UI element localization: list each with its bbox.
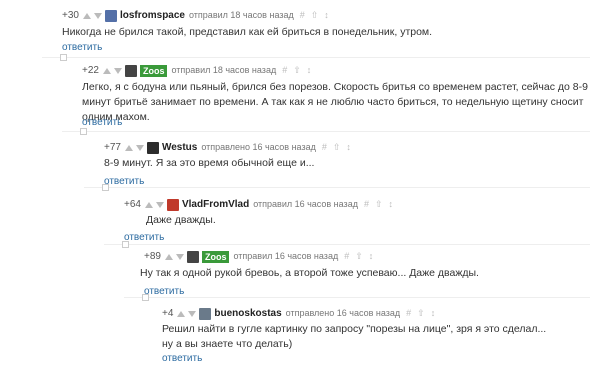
comment-text: 8-9 минут. Я за это время обычной еще и.… bbox=[104, 157, 315, 169]
comment-text: Никогда не брился такой, представил как … bbox=[62, 26, 433, 38]
username-badge[interactable]: Zoos bbox=[201, 250, 230, 263]
divider bbox=[42, 57, 590, 58]
arrow-down-icon[interactable] bbox=[175, 253, 184, 260]
save-icon[interactable]: ⇧ bbox=[375, 198, 383, 211]
arrow-down-icon[interactable] bbox=[188, 310, 197, 317]
link-icon[interactable]: ↕ bbox=[346, 141, 351, 154]
avatar[interactable] bbox=[186, 250, 199, 263]
avatar[interactable] bbox=[146, 141, 159, 154]
rating-value: +89 bbox=[144, 251, 161, 263]
collapse-toggle[interactable] bbox=[60, 54, 67, 61]
comment-header: +30 losfromspace отправил 18 часов назад # ⇧… bbox=[62, 9, 335, 22]
timestamp: отправлено 16 часов назад bbox=[285, 308, 401, 319]
rating-value: +77 bbox=[104, 142, 121, 154]
comment-text-line: ну а вы знаете что делать) bbox=[162, 338, 293, 350]
link-icon[interactable]: ↕ bbox=[389, 198, 394, 211]
comment-header: +4 buenoskostas отправлено 16 часов назад #… bbox=[162, 307, 441, 320]
comment-header: +64 VladFromVlad отправил 16 часов назад # ⇧… bbox=[124, 198, 399, 211]
link-icon[interactable]: ↕ bbox=[307, 64, 312, 77]
collapse-toggle[interactable] bbox=[80, 128, 87, 135]
arrow-up-icon[interactable] bbox=[82, 12, 91, 19]
arrow-up-icon[interactable] bbox=[144, 201, 153, 208]
divider bbox=[62, 131, 590, 132]
hash-icon[interactable]: # bbox=[282, 64, 287, 77]
divider bbox=[124, 297, 590, 298]
comment-text: Ну так я одной рукой бревоь, а второй то… bbox=[140, 267, 479, 279]
username[interactable]: losfromspace bbox=[120, 9, 185, 22]
hash-icon[interactable]: # bbox=[300, 9, 305, 22]
arrow-down-icon[interactable] bbox=[93, 12, 102, 19]
timestamp: отправил 18 часов назад bbox=[189, 10, 294, 21]
save-icon[interactable]: ⇧ bbox=[355, 250, 363, 263]
save-icon[interactable]: ⇧ bbox=[311, 9, 319, 22]
username[interactable]: buenoskostas bbox=[214, 307, 281, 320]
arrow-up-icon[interactable] bbox=[102, 67, 111, 74]
arrow-down-icon[interactable] bbox=[155, 201, 164, 208]
arrow-up-icon[interactable] bbox=[164, 253, 173, 260]
rating-value: +64 bbox=[124, 199, 141, 211]
save-icon[interactable]: ⇧ bbox=[417, 307, 425, 320]
link-icon[interactable]: ↕ bbox=[431, 307, 436, 320]
comment-text: Даже дважды. bbox=[146, 214, 216, 226]
comment-text: Легко, я с бодуна или пьяный, брился без… bbox=[82, 81, 588, 123]
link-icon[interactable]: ↕ bbox=[369, 250, 374, 263]
divider bbox=[104, 244, 590, 245]
link-icon[interactable]: ↕ bbox=[324, 9, 329, 22]
arrow-down-icon[interactable] bbox=[113, 67, 122, 74]
timestamp: отправил 16 часов назад bbox=[233, 251, 339, 262]
rating-value: +4 bbox=[162, 308, 174, 320]
reply-link[interactable]: ответить bbox=[62, 42, 102, 54]
comment-header: +77 Westus отправлено 16 часов назад # ⇧ ↕ bbox=[104, 141, 357, 154]
collapse-toggle[interactable] bbox=[142, 294, 149, 301]
timestamp: отправил 18 часов назад bbox=[171, 65, 277, 76]
save-icon[interactable]: ⇧ bbox=[293, 64, 301, 77]
arrow-up-icon[interactable] bbox=[124, 144, 133, 151]
reply-link[interactable]: ответить bbox=[82, 117, 122, 129]
comment-text: Решил найти в гугле картинку по запросу … bbox=[162, 322, 590, 352]
username[interactable]: VladFromVlad bbox=[182, 198, 249, 211]
reply-link[interactable]: ответить bbox=[162, 353, 202, 365]
username-badge[interactable]: Zoos bbox=[139, 64, 168, 77]
hash-icon[interactable]: # bbox=[406, 307, 411, 320]
divider bbox=[84, 187, 590, 188]
comment-header: +89 Zoos отправил 16 часов назад # ⇧ ↕ bbox=[144, 250, 379, 263]
comment-header: +22 Zoos отправил 18 часов назад # ⇧ ↕ bbox=[82, 64, 317, 77]
username[interactable]: Westus bbox=[162, 141, 197, 154]
hash-icon[interactable]: # bbox=[364, 198, 369, 211]
hash-icon[interactable]: # bbox=[344, 250, 349, 263]
avatar[interactable] bbox=[104, 9, 117, 22]
timestamp: отправлено 16 часов назад bbox=[201, 142, 316, 153]
comment-text-line: Решил найти в гугле картинку по запросу … bbox=[162, 323, 547, 335]
avatar[interactable] bbox=[199, 307, 212, 320]
collapse-toggle[interactable] bbox=[122, 241, 129, 248]
rating-value: +22 bbox=[82, 65, 99, 77]
collapse-toggle[interactable] bbox=[102, 184, 109, 191]
arrow-up-icon[interactable] bbox=[177, 310, 186, 317]
timestamp: отправил 16 часов назад bbox=[253, 199, 358, 210]
arrow-down-icon[interactable] bbox=[135, 144, 144, 151]
save-icon[interactable]: ⇧ bbox=[333, 141, 341, 154]
hash-icon[interactable]: # bbox=[322, 141, 327, 154]
reply-link[interactable]: ответить bbox=[124, 232, 164, 244]
avatar[interactable] bbox=[166, 198, 179, 211]
rating-value: +30 bbox=[62, 10, 79, 22]
avatar[interactable] bbox=[124, 64, 137, 77]
